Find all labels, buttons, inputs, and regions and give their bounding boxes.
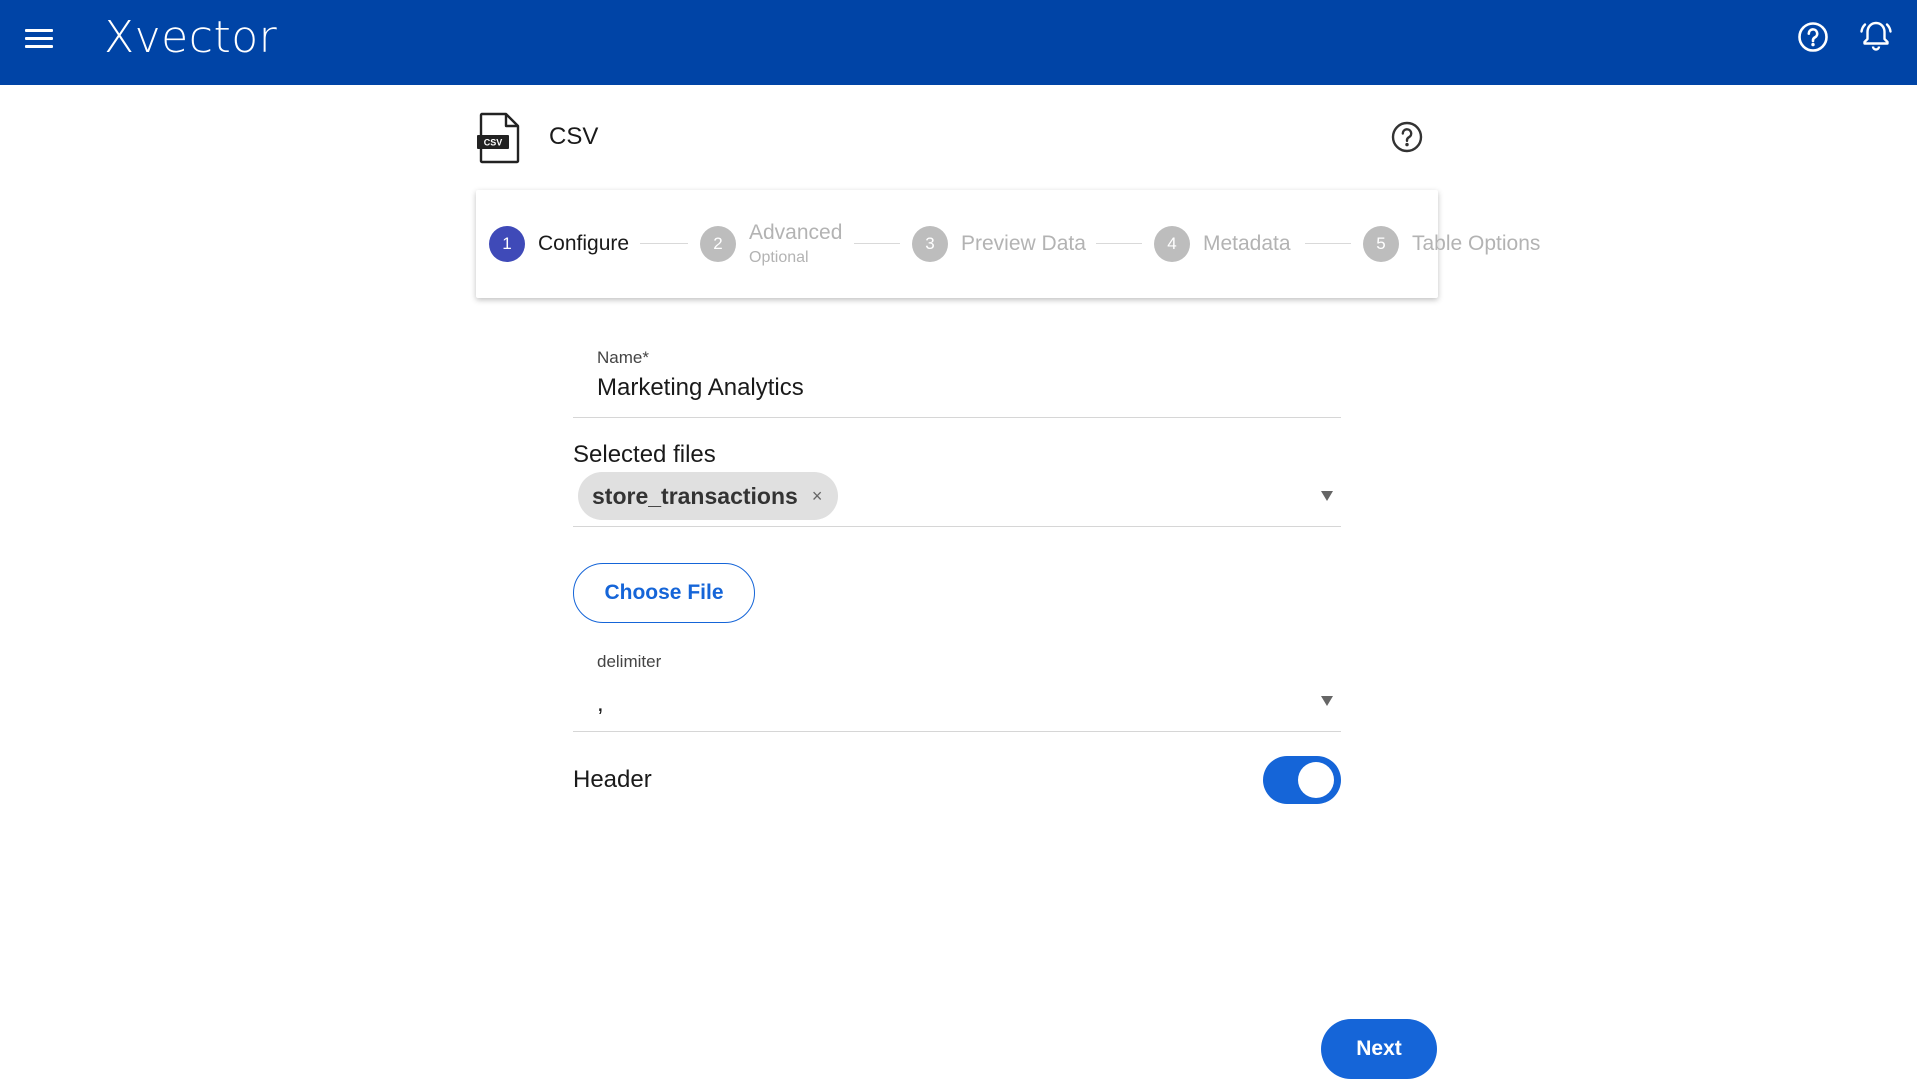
delimiter-value: , bbox=[597, 690, 604, 717]
step-label: Preview Data bbox=[961, 232, 1086, 255]
chip-remove-icon[interactable]: × bbox=[812, 486, 823, 507]
page-title: CSV bbox=[549, 123, 599, 150]
step-connector bbox=[1096, 243, 1142, 244]
step-connector bbox=[1305, 243, 1351, 244]
step-number: 3 bbox=[912, 226, 948, 262]
delimiter-select[interactable]: delimiter , bbox=[573, 640, 1341, 732]
wizard-stepper: 1 Configure 2 Advanced Optional 3 Previe… bbox=[476, 190, 1540, 298]
step-sublabel: Optional bbox=[749, 249, 809, 266]
step-number: 2 bbox=[700, 226, 736, 262]
help-icon[interactable] bbox=[1797, 21, 1829, 53]
dropdown-arrow-icon[interactable] bbox=[1321, 491, 1333, 501]
step-connector bbox=[640, 243, 688, 244]
dropdown-arrow-icon[interactable] bbox=[1321, 696, 1333, 706]
step-preview-data[interactable]: 3 Preview Data bbox=[912, 190, 1086, 298]
step-number: 4 bbox=[1154, 226, 1190, 262]
step-configure[interactable]: 1 Configure bbox=[489, 190, 629, 298]
step-metadata[interactable]: 4 Metadata bbox=[1154, 190, 1291, 298]
selected-files-select[interactable]: store_transactions × bbox=[573, 470, 1341, 527]
header-toggle[interactable] bbox=[1263, 756, 1341, 804]
delimiter-label: delimiter bbox=[597, 652, 662, 671]
app-logo: Xvector bbox=[104, 12, 278, 63]
next-button[interactable]: Next bbox=[1321, 1019, 1437, 1079]
step-number: 1 bbox=[489, 226, 525, 262]
choose-file-button[interactable]: Choose File bbox=[573, 563, 755, 623]
toggle-knob bbox=[1298, 762, 1334, 798]
step-connector bbox=[854, 243, 900, 244]
name-input[interactable]: Marketing Analytics bbox=[597, 374, 804, 402]
step-label: Advanced bbox=[749, 221, 843, 244]
name-label: Name* bbox=[597, 348, 649, 367]
hamburger-menu-icon[interactable] bbox=[22, 22, 56, 56]
file-chip-label: store_transactions bbox=[592, 482, 798, 509]
step-number: 5 bbox=[1363, 226, 1399, 262]
step-label: Table Options bbox=[1412, 232, 1541, 255]
step-advanced[interactable]: 2 Advanced Optional bbox=[700, 190, 842, 298]
file-chip: store_transactions × bbox=[578, 472, 839, 520]
step-label: Metadata bbox=[1203, 232, 1291, 255]
csv-badge-text: CSV bbox=[484, 138, 503, 148]
step-label: Configure bbox=[538, 232, 630, 255]
selected-files-label: Selected files bbox=[573, 441, 716, 468]
csv-file-icon: CSV bbox=[477, 112, 520, 164]
step-table-options[interactable]: 5 Table Options bbox=[1363, 190, 1540, 298]
app-header: Xvector bbox=[0, 0, 1917, 85]
page-help-icon[interactable] bbox=[1390, 120, 1424, 154]
header-toggle-label: Header bbox=[573, 766, 652, 793]
notification-bell-icon[interactable] bbox=[1858, 18, 1894, 54]
